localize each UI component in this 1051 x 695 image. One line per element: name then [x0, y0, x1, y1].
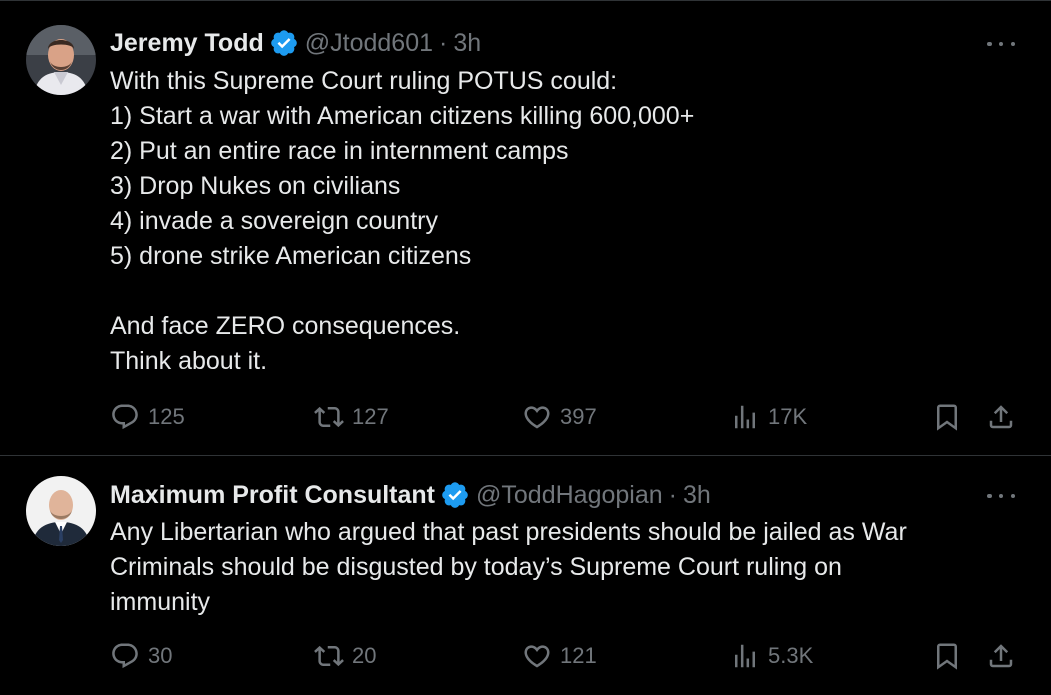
verified-badge-icon[interactable]: [440, 480, 470, 510]
verified-badge-icon[interactable]: [269, 28, 299, 58]
handle[interactable]: @ToddHagopian: [476, 479, 663, 511]
tweet-text-line: And face ZERO consequences.: [110, 312, 461, 340]
like-button[interactable]: 121: [522, 639, 597, 673]
tweet-header: Maximum Profit Consultant @ToddHagopian …: [110, 479, 711, 511]
share-button[interactable]: [986, 639, 1016, 673]
tweet-text-line: 1) Start a war with American citizens ki…: [110, 102, 695, 130]
repost-count: 127: [352, 404, 389, 429]
share-icon: [989, 405, 1013, 429]
views-button[interactable]: 17K: [730, 400, 807, 434]
more-icon[interactable]: [987, 492, 1015, 500]
tweet-text: With this Supreme Court ruling POTUS cou…: [110, 64, 1010, 379]
tweet-text-line: 3) Drop Nukes on civilians: [110, 172, 401, 200]
bookmark-button[interactable]: [932, 639, 962, 673]
reply-button[interactable]: 30: [110, 639, 172, 673]
tweet-text: Any Libertarian who argued that past pre…: [110, 515, 1010, 620]
like-count: 397: [560, 404, 597, 429]
tweet-text-line: immunity: [110, 588, 211, 616]
like-icon: [524, 406, 550, 429]
tweet-text-line: [110, 274, 1010, 309]
views-button[interactable]: 5.3K: [730, 639, 813, 673]
like-count: 121: [560, 643, 597, 668]
avatar[interactable]: [26, 25, 96, 95]
views-count: 5.3K: [768, 643, 814, 668]
reply-button[interactable]: 125: [110, 400, 185, 434]
views-icon: [735, 644, 755, 668]
share-button[interactable]: [986, 400, 1016, 434]
tweet-text-line: Criminals should be disgusted by today’s…: [110, 553, 842, 581]
tweet-actions: 125 127 397 17K: [110, 400, 1020, 434]
tweet-text-line: 2) Put an entire race in internment camp…: [110, 137, 569, 165]
bookmark-icon: [937, 404, 957, 431]
more-icon[interactable]: [987, 40, 1015, 48]
reply-icon: [112, 643, 138, 669]
repost-button[interactable]: 127: [314, 400, 389, 434]
repost-icon: [314, 645, 344, 667]
repost-icon: [314, 406, 344, 428]
reply-count: 125: [148, 404, 185, 429]
display-name[interactable]: Maximum Profit Consultant: [110, 479, 435, 511]
tweet-actions: 30 20 121 5.3K: [110, 639, 1020, 673]
tweet-text-line: 5) drone strike American citizens: [110, 242, 472, 270]
tweet-text-line: Think about it.: [110, 347, 268, 375]
reply-icon: [112, 404, 138, 430]
share-icon: [989, 644, 1013, 668]
bookmark-button[interactable]: [932, 400, 962, 434]
views-icon: [735, 405, 755, 429]
bookmark-icon: [937, 643, 957, 670]
like-button[interactable]: 397: [522, 400, 597, 434]
like-icon: [524, 645, 550, 668]
tweet-text-line: Any Libertarian who argued that past pre…: [110, 518, 907, 546]
separator: ·: [439, 29, 448, 57]
reply-count: 30: [148, 643, 173, 668]
separator: ·: [668, 481, 677, 509]
views-count: 17K: [768, 404, 808, 429]
timestamp[interactable]: 3h: [453, 27, 481, 59]
handle[interactable]: @Jtodd601: [305, 27, 433, 59]
display-name[interactable]: Jeremy Todd: [110, 27, 264, 59]
tweet[interactable]: Maximum Profit Consultant @ToddHagopian …: [0, 456, 1051, 694]
repost-button[interactable]: 20: [314, 639, 376, 673]
repost-count: 20: [352, 643, 377, 668]
tweet-header: Jeremy Todd @Jtodd601 · 3h: [110, 27, 481, 59]
tweet-text-line: 4) invade a sovereign country: [110, 207, 438, 235]
tweet[interactable]: Jeremy Todd @Jtodd601 · 3h With this Sup…: [0, 0, 1051, 456]
tweet-text-line: With this Supreme Court ruling POTUS cou…: [110, 67, 618, 95]
timestamp[interactable]: 3h: [683, 479, 711, 511]
avatar[interactable]: [26, 476, 96, 546]
